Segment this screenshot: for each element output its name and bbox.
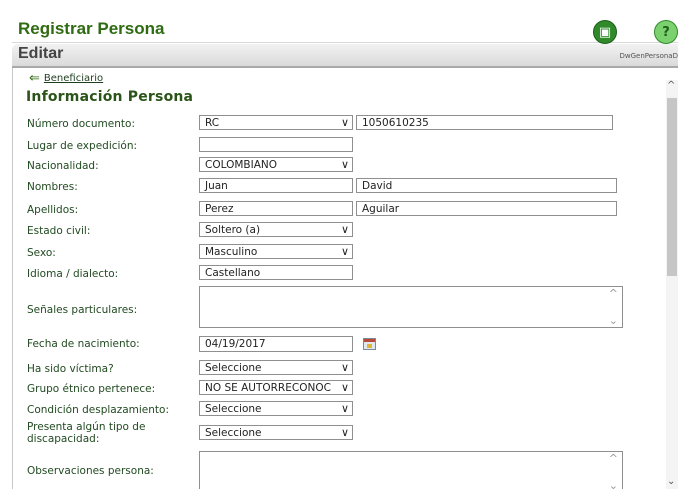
observaciones-textarea[interactable]: ^ ⌄ bbox=[199, 451, 623, 489]
chevron-down-icon: ∨ bbox=[340, 223, 349, 236]
document-type-select[interactable]: RC ∨ bbox=[199, 115, 353, 130]
form-panel: ⇐ Beneficiario Información Persona Númer… bbox=[12, 68, 666, 489]
grupo-etnico-select[interactable]: NO SE AUTORRECONOC ∨ bbox=[199, 380, 353, 395]
chevron-down-icon: ∨ bbox=[340, 245, 349, 258]
calendar-icon[interactable] bbox=[363, 338, 376, 350]
desplazamiento-value: Seleccione bbox=[205, 403, 262, 415]
nombres-label: Nombres: bbox=[27, 181, 78, 193]
victima-value: Seleccione bbox=[205, 362, 262, 374]
document-number-input[interactable]: 1050610235 bbox=[356, 115, 613, 130]
grupo-etnico-value: NO SE AUTORRECONOC bbox=[205, 382, 331, 394]
question-icon[interactable]: ? bbox=[654, 20, 678, 44]
back-link-label: Beneficiario bbox=[43, 73, 104, 84]
chevron-down-icon: ∨ bbox=[340, 361, 349, 374]
chevron-down-icon: ∨ bbox=[340, 158, 349, 171]
senales-textarea[interactable]: ^ ⌄ bbox=[199, 286, 623, 328]
first-surname-input[interactable]: Perez bbox=[199, 201, 353, 216]
chevron-down-icon: ∨ bbox=[340, 116, 349, 129]
save-glyph: ▣ bbox=[598, 24, 612, 40]
chevron-down-icon: ∨ bbox=[340, 426, 349, 439]
first-name-input[interactable]: Juan bbox=[199, 178, 353, 193]
window-name: DwGenPersonaD bbox=[619, 52, 678, 60]
numero-documento-label: Número documento: bbox=[27, 118, 135, 130]
discapacidad-value: Seleccione bbox=[205, 427, 262, 439]
second-surname-input[interactable]: Aguilar bbox=[356, 201, 617, 216]
fecha-nacimiento-label: Fecha de nacimiento: bbox=[27, 338, 140, 350]
estado-civil-label: Estado civil: bbox=[27, 225, 91, 237]
sexo-value: Masculino bbox=[205, 246, 258, 258]
page-title: Registrar Persona bbox=[18, 19, 165, 38]
nacionalidad-label: Nacionalidad: bbox=[27, 160, 99, 172]
help-glyph: ? bbox=[662, 24, 670, 40]
senales-label: Señales particulares: bbox=[27, 304, 138, 316]
scroll-up-icon[interactable]: ^ bbox=[609, 452, 618, 465]
nacionalidad-select[interactable]: COLOMBIANO ∨ bbox=[199, 157, 353, 172]
second-name-input[interactable]: David bbox=[356, 178, 617, 193]
desplazamiento-select[interactable]: Seleccione ∨ bbox=[199, 401, 353, 416]
scrollbar-thumb[interactable] bbox=[667, 98, 677, 276]
desplazamiento-label: Condición desplazamiento: bbox=[27, 404, 169, 416]
chevron-down-icon: ∨ bbox=[340, 381, 349, 394]
victima-label: Ha sido víctima? bbox=[27, 363, 114, 375]
lugar-expedicion-input[interactable] bbox=[199, 137, 353, 152]
edit-label: Editar bbox=[18, 45, 64, 62]
scroll-down-icon[interactable]: ⌄ bbox=[609, 314, 618, 327]
lugar-expedicion-label: Lugar de expedición: bbox=[27, 140, 138, 152]
sexo-select[interactable]: Masculino ∨ bbox=[199, 244, 353, 259]
grupo-etnico-label: Grupo étnico pertenece: bbox=[27, 383, 156, 395]
section-title: Información Persona bbox=[26, 89, 194, 105]
sexo-label: Sexo: bbox=[27, 247, 56, 259]
chevron-down-icon: ∨ bbox=[340, 402, 349, 415]
estado-civil-select[interactable]: Soltero (a) ∨ bbox=[199, 222, 353, 237]
scroll-up-icon[interactable]: ^ bbox=[609, 287, 618, 300]
page-header: Registrar Persona ▣ ? bbox=[12, 10, 678, 44]
scroll-down-icon[interactable]: ⌄ bbox=[609, 479, 618, 489]
back-arrow-icon: ⇐ bbox=[29, 71, 40, 86]
birthdate-input[interactable]: 04/19/2017 bbox=[199, 336, 353, 352]
page-scrollbar[interactable]: ^ ⌄ bbox=[666, 80, 678, 489]
scroll-up-icon[interactable]: ^ bbox=[667, 80, 675, 91]
edit-bar: Editar DwGenPersonaD bbox=[12, 44, 678, 68]
nacionalidad-value: COLOMBIANO bbox=[205, 159, 277, 171]
scroll-down-icon[interactable]: ⌄ bbox=[667, 476, 675, 487]
observaciones-label: Observaciones persona: bbox=[27, 465, 154, 477]
estado-civil-value: Soltero (a) bbox=[205, 224, 261, 236]
idioma-input[interactable]: Castellano bbox=[199, 265, 353, 280]
apellidos-label: Apellidos: bbox=[27, 204, 79, 216]
document-type-value: RC bbox=[205, 117, 220, 129]
back-to-beneficiario-link[interactable]: ⇐ Beneficiario bbox=[29, 71, 103, 86]
discapacidad-label: Presenta algún tipo de discapacidad: bbox=[27, 421, 146, 445]
idioma-label: Idioma / dialecto: bbox=[27, 268, 119, 280]
floppy-disk-icon[interactable]: ▣ bbox=[593, 20, 617, 44]
victima-select[interactable]: Seleccione ∨ bbox=[199, 360, 353, 375]
discapacidad-select[interactable]: Seleccione ∨ bbox=[199, 425, 353, 440]
